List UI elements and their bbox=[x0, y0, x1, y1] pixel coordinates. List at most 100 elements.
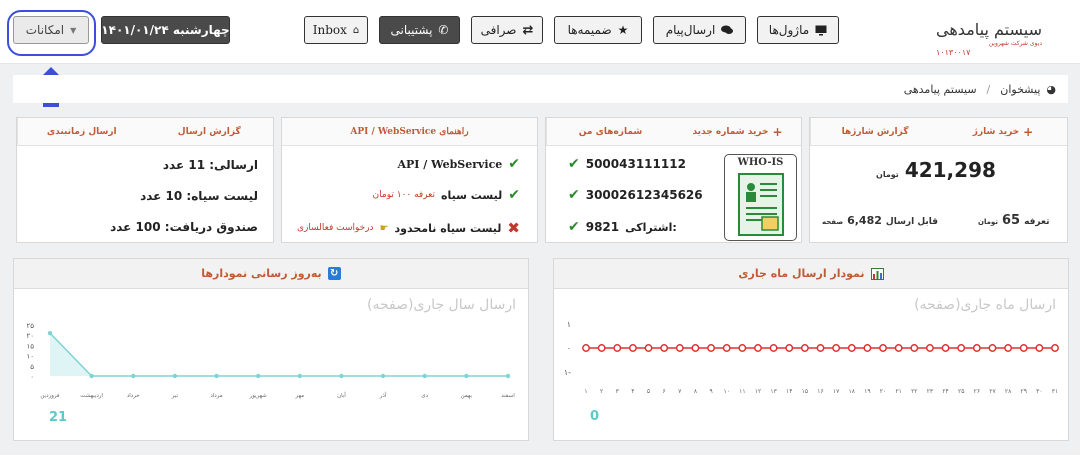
modules-button[interactable]: ماژول‌ها bbox=[757, 16, 839, 44]
bar-chart-icon bbox=[870, 267, 884, 280]
data-point bbox=[738, 344, 747, 352]
x-tick-label: مرداد bbox=[210, 393, 222, 399]
year-chart-panel: به‌روز رسانی نمودارها ↻ ارسال سال جاری(ص… bbox=[13, 258, 529, 441]
comments-icon bbox=[721, 25, 734, 34]
cross-icon: ✖ bbox=[507, 219, 520, 237]
number-value: 30002612345626 bbox=[585, 188, 703, 202]
x-tick-label: ۵ bbox=[647, 388, 650, 395]
data-point bbox=[1004, 344, 1013, 352]
y-tick-label: ۱۵ bbox=[26, 342, 34, 350]
refresh-icon[interactable]: ↻ bbox=[327, 267, 341, 280]
api-item[interactable]: API / WebService ✔ bbox=[397, 156, 520, 172]
tab-report-charges[interactable]: گزارش شارژها bbox=[810, 118, 939, 145]
x-tick-label: شهریور bbox=[249, 393, 268, 399]
y-tick-label: ۰ bbox=[30, 373, 34, 381]
exchange-button[interactable]: صرافی ⇄ bbox=[471, 16, 543, 44]
x-tick-label: آذر bbox=[379, 392, 387, 399]
number-row[interactable]: ✔ 30002612345626 bbox=[568, 187, 703, 203]
y-tick-label: ۰ bbox=[567, 344, 571, 353]
data-point bbox=[214, 373, 219, 379]
data-point bbox=[131, 373, 136, 379]
breadcrumb-separator: / bbox=[986, 82, 991, 96]
data-point bbox=[660, 344, 669, 352]
x-tick-label: خرداد bbox=[127, 393, 140, 399]
x-tick-label: مهر bbox=[295, 393, 305, 399]
brand-subtitle: دیوی شرکت شهروین bbox=[988, 40, 1042, 47]
tab-buy-number[interactable]: خرید شماره جدید + bbox=[674, 118, 801, 145]
x-tick-label: ۱۹ bbox=[864, 388, 870, 395]
data-point bbox=[988, 344, 997, 352]
blacklist-item[interactable]: ✔ لیست سیاه تعرفه ۱۰۰ تومان bbox=[373, 187, 520, 203]
data-point bbox=[582, 344, 590, 352]
balance-value: 421,298 bbox=[904, 158, 996, 182]
send-message-button[interactable]: ارسال‌پیام bbox=[653, 16, 746, 44]
data-point bbox=[1035, 344, 1044, 352]
attachments-button[interactable]: ضمیمه‌ها ★ bbox=[554, 16, 642, 44]
month-total: 0 bbox=[590, 409, 600, 424]
x-tick-label: بهمن bbox=[461, 393, 473, 399]
blacklist-label: لیست سیاه bbox=[441, 188, 503, 202]
tab-send-report-label: گزارش ارسال bbox=[177, 126, 241, 137]
data-point bbox=[675, 344, 684, 352]
blacklist-tariff: تعرفه ۱۰۰ تومان bbox=[372, 190, 436, 200]
tab-buy-charge[interactable]: خرید شارژ + bbox=[939, 118, 1067, 145]
data-point bbox=[847, 344, 856, 352]
data-point bbox=[941, 344, 950, 352]
tariff-value: 65 bbox=[1001, 213, 1021, 228]
star-icon: ★ bbox=[617, 23, 629, 37]
tab-buy-charge-label: خرید شارژ bbox=[972, 126, 1020, 137]
data-point bbox=[1051, 344, 1059, 352]
data-point bbox=[47, 330, 53, 336]
support-label: پشتیبانی bbox=[390, 23, 433, 37]
month-chart-header-label: نمودار ارسال ماه جاری bbox=[738, 267, 865, 280]
plus-icon: + bbox=[772, 124, 783, 139]
tab-my-numbers[interactable]: شماره‌های من bbox=[546, 118, 674, 145]
y-tick-label: ۲۵ bbox=[26, 322, 34, 330]
inbox-button[interactable]: ⌂ Inbox bbox=[304, 16, 368, 44]
features-button[interactable]: امکانات ▼ bbox=[13, 16, 89, 44]
data-point bbox=[769, 344, 778, 352]
x-tick-label: ۲۷ bbox=[989, 388, 996, 395]
x-tick-label: ۲۲ bbox=[911, 388, 917, 395]
month-chart: ۱۰۱-۱ ۲ ۳ ۴ ۵ ۶ ۷ ۸ ۹ ۱۰ ۱۱ ۱۲ ۱۳ ۱۴ ۱۵ ۱۶ ۱۷ ۱۸ ۱۹ ۲۰ ۲۱ ۲۲ ۲… bbox=[564, 320, 1059, 395]
number-row[interactable]: ✔ 500043111112 bbox=[568, 156, 686, 172]
x-tick-label: ۲۴ bbox=[942, 388, 948, 395]
tab-api-guide[interactable]: API / WebService راهنمای bbox=[282, 118, 537, 145]
data-point bbox=[1019, 344, 1028, 352]
data-point bbox=[505, 373, 511, 379]
phone-icon: ✆ bbox=[438, 23, 449, 37]
data-point bbox=[644, 344, 653, 352]
sendable-label: قابل ارسال bbox=[885, 217, 939, 227]
x-tick-label: ۱۳ bbox=[770, 388, 777, 395]
data-point bbox=[754, 344, 762, 352]
x-tick-label: ۱۴ bbox=[786, 388, 792, 395]
support-button[interactable]: پشتیبانی ✆ bbox=[379, 16, 460, 44]
year-chart: ۲۵ ۲۰ ۱۵ ۱۰ ۵ ۰ فروردین اردیبهشت خرداد تیر مرداد شه… bbox=[26, 322, 515, 399]
shared-value: 9821 bbox=[585, 220, 620, 234]
shared-number-row[interactable]: ✔ 9821 اشتراکی: bbox=[568, 219, 677, 235]
data-point bbox=[832, 344, 841, 352]
brand-title: سیستم پیامدهی bbox=[936, 20, 1042, 39]
balance: تومان 421,298 bbox=[876, 158, 996, 182]
whois-box[interactable]: WHO-IS bbox=[724, 154, 797, 241]
data-point bbox=[89, 373, 94, 379]
year-chart-header: به‌روز رسانی نمودارها ↻ bbox=[14, 259, 528, 289]
x-tick-label: ۱۵ bbox=[802, 388, 808, 395]
plus-icon: + bbox=[1023, 124, 1034, 139]
x-tick-label: ۲۳ bbox=[927, 388, 934, 395]
x-tick-label: ۱۷ bbox=[833, 388, 840, 395]
unlimited-blacklist-item[interactable]: ✖ لیست سیاه نامحدود ☛ درخواست فعالسازی bbox=[297, 219, 520, 237]
tab-scheduled[interactable]: ارسال زمانبندی bbox=[17, 118, 146, 145]
monitor-icon bbox=[815, 25, 827, 35]
data-point bbox=[691, 344, 700, 352]
report-line: ارسالی: 11 عدد bbox=[162, 158, 258, 172]
activation-request-link[interactable]: درخواست فعالسازی bbox=[297, 223, 374, 233]
year-chart-header-label[interactable]: به‌روز رسانی نمودارها bbox=[201, 267, 321, 280]
check-icon: ✔ bbox=[508, 156, 520, 172]
data-point bbox=[879, 344, 887, 352]
dashboard-icon: ◕ bbox=[1046, 82, 1056, 96]
tab-send-report[interactable]: گزارش ارسال bbox=[146, 118, 274, 145]
breadcrumb-home[interactable]: پیشخوان bbox=[1000, 83, 1040, 96]
x-tick-label: ۲ bbox=[600, 388, 603, 395]
y-tick-label: ۱۰ bbox=[26, 353, 34, 361]
